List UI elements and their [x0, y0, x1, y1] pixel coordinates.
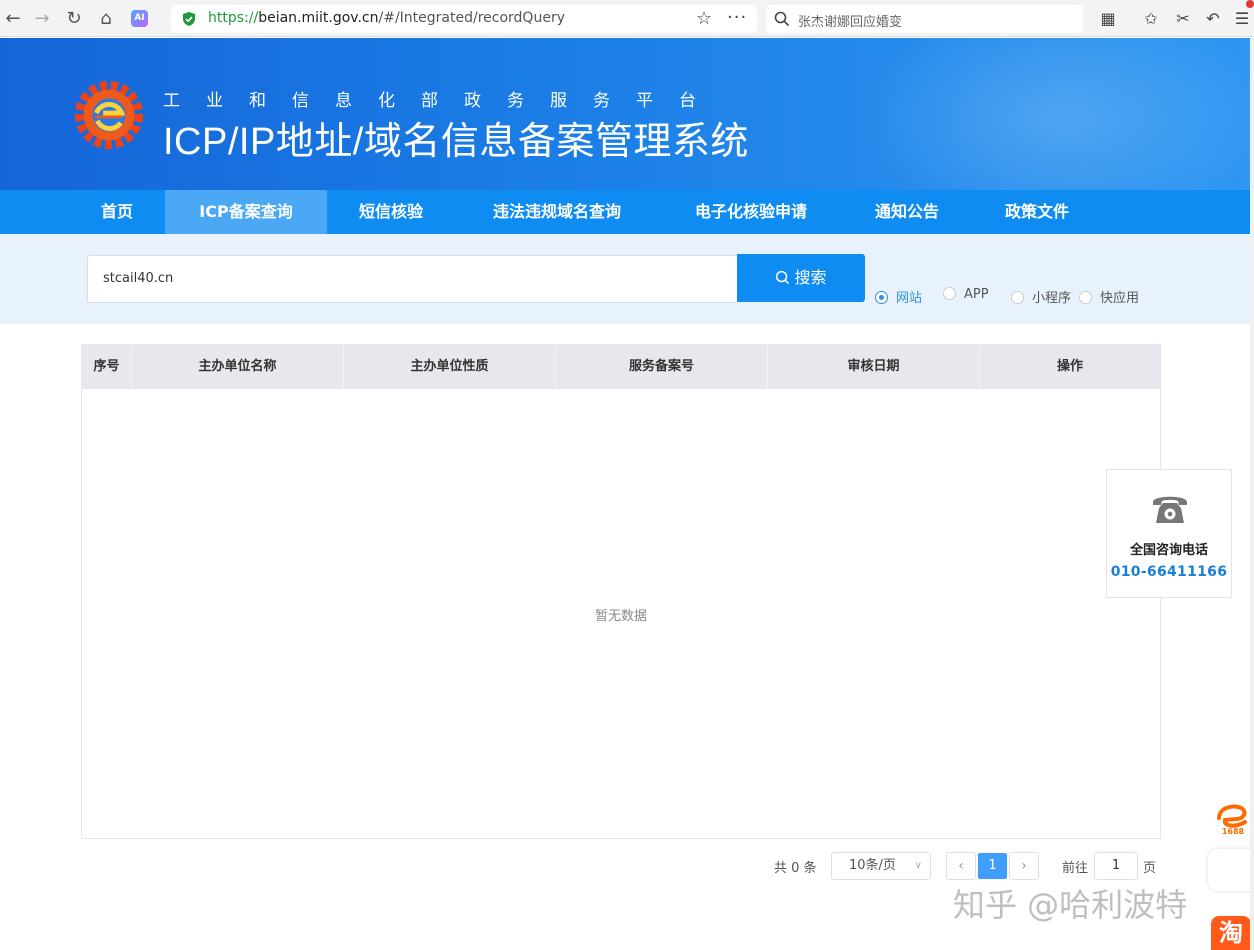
more-icon[interactable]: ··· [727, 7, 747, 28]
phone-label: 全国咨询电话 [1129, 543, 1208, 558]
goto-page-input[interactable]: 1 [1094, 852, 1138, 880]
side-float-button[interactable] [1208, 849, 1254, 891]
notification-dot [1246, 0, 1254, 8]
banner-glow [850, 38, 1254, 190]
goto-label: 前往 [1062, 861, 1089, 876]
reload-icon[interactable]: ↻ [63, 8, 85, 30]
radio-unchecked-icon [1079, 291, 1092, 304]
nav-icp-query[interactable]: ICP备案查询 [165, 190, 327, 234]
radio-app[interactable]: APP [943, 287, 989, 303]
alibaba-1688-icon[interactable]: 1688 [1213, 800, 1254, 838]
search-icon [776, 270, 790, 285]
search-icon [774, 11, 790, 27]
radio-mini-program[interactable]: 小程序 [1011, 287, 1071, 306]
browser-search-text: 张杰谢娜回应婚变 [798, 15, 903, 30]
search-button[interactable]: 搜索 [737, 254, 865, 302]
scissors-icon[interactable]: ✂ [1172, 8, 1194, 30]
nav-sms-verify[interactable]: 短信核验 [340, 190, 442, 234]
radio-unchecked-icon [1011, 291, 1024, 304]
forward-arrow-icon[interactable]: → [31, 8, 53, 30]
search-section: stcail40.cn 搜索 网站 APP 小程序 快应用 [0, 234, 1254, 324]
undo-icon[interactable]: ↶ [1202, 8, 1224, 30]
table-header: 序号 主办单位名称 主办单位性质 服务备案号 审核日期 操作 [82, 345, 1160, 389]
radio-unchecked-icon [943, 287, 956, 300]
col-index: 序号 [82, 345, 132, 389]
chevron-left-icon: ‹ [958, 858, 964, 874]
ai-assistant-icon[interactable]: AI [131, 10, 148, 27]
browser-toolbar: ← → ↻ ⌂ AI https://beian.miit.gov.cn/#/I… [0, 0, 1254, 37]
page-scrollbar[interactable] [1250, 38, 1254, 950]
page-suffix: 页 [1143, 861, 1157, 876]
page-size-select[interactable]: 10条/页 ∨ [831, 852, 931, 880]
banner-subtitle: 工业和信息化部政务服务平台 [163, 91, 722, 111]
next-page-button[interactable]: › [1009, 852, 1039, 880]
radio-website[interactable]: 网站 [875, 287, 922, 306]
svg-text:1688: 1688 [1222, 827, 1245, 836]
apps-grid-icon[interactable]: ▦ [1097, 8, 1119, 30]
favorites-icon[interactable]: ✩ [1140, 8, 1162, 30]
page-number-current[interactable]: 1 [978, 853, 1007, 879]
secure-shield-icon [183, 12, 195, 26]
nav-home[interactable]: 首页 [82, 190, 152, 234]
chevron-right-icon: › [1021, 858, 1027, 874]
empty-state-text: 暂无数据 [594, 609, 647, 624]
radio-checked-icon [875, 291, 888, 304]
phone-number[interactable]: 010-66411166 [1107, 564, 1231, 580]
col-org-type: 主办单位性质 [344, 345, 556, 389]
radio-quick-app[interactable]: 快应用 [1079, 287, 1139, 306]
back-arrow-icon[interactable]: ← [2, 8, 24, 30]
bookmark-star-icon[interactable]: ☆ [696, 8, 712, 29]
menu-icon[interactable]: ☰ [1231, 8, 1253, 30]
record-search-input[interactable]: stcail40.cn [87, 255, 737, 303]
browser-search-box[interactable]: 张杰谢娜回应婚变 [766, 5, 1083, 33]
chevron-down-icon: ∨ [914, 860, 922, 871]
col-org-name: 主办单位名称 [132, 345, 344, 389]
taobao-icon[interactable]: 淘 [1211, 916, 1251, 950]
telephone-icon [1153, 496, 1187, 523]
col-record-number: 服务备案号 [556, 345, 768, 389]
results-table: 序号 主办单位名称 主办单位性质 服务备案号 审核日期 操作 暂无数据 [81, 344, 1161, 839]
system-title: ICP/IP地址/域名信息备案管理系统 [163, 121, 749, 163]
search-button-label: 搜索 [794, 268, 827, 287]
home-icon[interactable]: ⌂ [95, 8, 117, 30]
consult-phone-widget[interactable]: 全国咨询电话 010-66411166 [1106, 469, 1232, 598]
gear-e-logo-icon [74, 80, 144, 150]
col-review-date: 审核日期 [768, 345, 980, 389]
col-actions: 操作 [1056, 359, 1083, 374]
main-nav: 首页 ICP备案查询 短信核验 违法违规域名查询 电子化核验申请 通知公告 政策… [0, 190, 1254, 234]
address-bar[interactable]: https://beian.miit.gov.cn/#/Integrated/r… [171, 5, 757, 33]
nav-e-verify-apply[interactable]: 电子化核验申请 [672, 190, 830, 234]
nav-notices[interactable]: 通知公告 [858, 190, 956, 234]
url-text: https://beian.miit.gov.cn/#/Integrated/r… [208, 10, 565, 26]
zhihu-watermark: 知乎 @哈利波特 [953, 886, 1188, 924]
prev-page-button[interactable]: ‹ [946, 852, 976, 880]
header-banner: 工业和信息化部政务服务平台 ICP/IP地址/域名信息备案管理系统 [0, 38, 1254, 190]
nav-policy-docs[interactable]: 政策文件 [988, 190, 1086, 234]
nav-illegal-domain-query[interactable]: 违法违规域名查询 [470, 190, 644, 234]
pagination-total: 共 0 条 [774, 861, 817, 876]
